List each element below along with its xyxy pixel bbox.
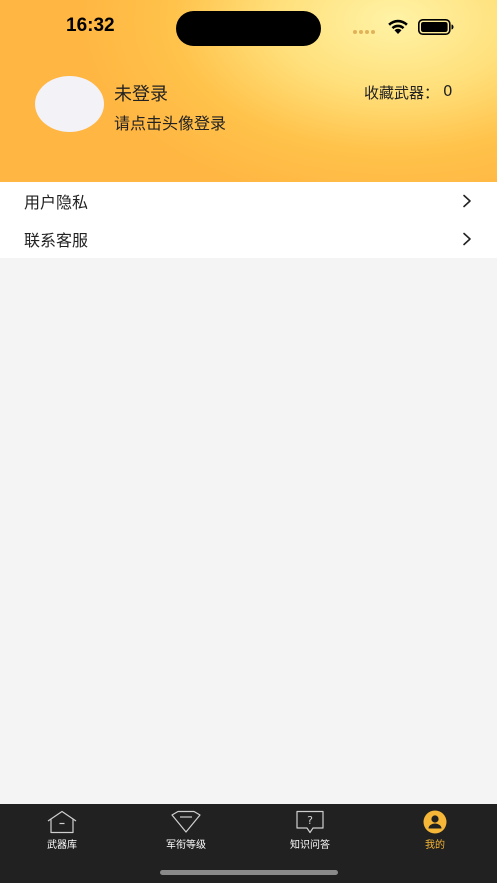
login-status-title: 未登录 <box>114 84 168 105</box>
question-bubble-icon: ? <box>296 810 324 834</box>
avatar[interactable] <box>35 76 104 132</box>
tab-label: 我的 <box>425 840 445 851</box>
tab-weapons[interactable]: 武器库 <box>0 804 124 860</box>
house-icon <box>47 810 77 834</box>
menu-item-contact-support[interactable]: 联系客服 <box>0 220 497 258</box>
profile-header: 16:32 未登录 请点击头像登录 收藏武器： 0 <box>0 0 497 182</box>
diamond-icon <box>171 810 201 833</box>
svg-text:?: ? <box>307 814 313 827</box>
tab-label: 知识问答 <box>290 840 330 851</box>
tab-label: 武器库 <box>47 840 77 851</box>
menu-item-user-privacy[interactable]: 用户隐私 <box>0 182 497 220</box>
tab-quiz[interactable]: ? 知识问答 <box>248 804 372 860</box>
settings-menu: 用户隐私 联系客服 <box>0 182 497 258</box>
tab-label: 军衔等级 <box>166 840 206 851</box>
home-indicator <box>160 870 338 875</box>
favorites-value: 0 <box>443 82 453 100</box>
status-time: 16:32 <box>66 15 115 36</box>
battery-icon <box>418 19 454 35</box>
wifi-icon <box>388 19 408 34</box>
dynamic-island <box>176 11 321 46</box>
chevron-right-icon <box>463 232 471 246</box>
tab-military-rank[interactable]: 军衔等级 <box>124 804 248 860</box>
user-circle-icon <box>423 810 447 834</box>
tab-mine[interactable]: 我的 <box>373 804 497 860</box>
favorite-weapons-count: 收藏武器： 0 <box>364 82 453 103</box>
chevron-right-icon <box>463 194 471 208</box>
login-hint[interactable]: 请点击头像登录 <box>114 110 226 134</box>
cellular-signal-icon <box>353 30 375 34</box>
menu-item-label: 用户隐私 <box>24 193 89 212</box>
favorites-label: 收藏武器： <box>364 84 440 102</box>
menu-item-label: 联系客服 <box>24 231 89 250</box>
